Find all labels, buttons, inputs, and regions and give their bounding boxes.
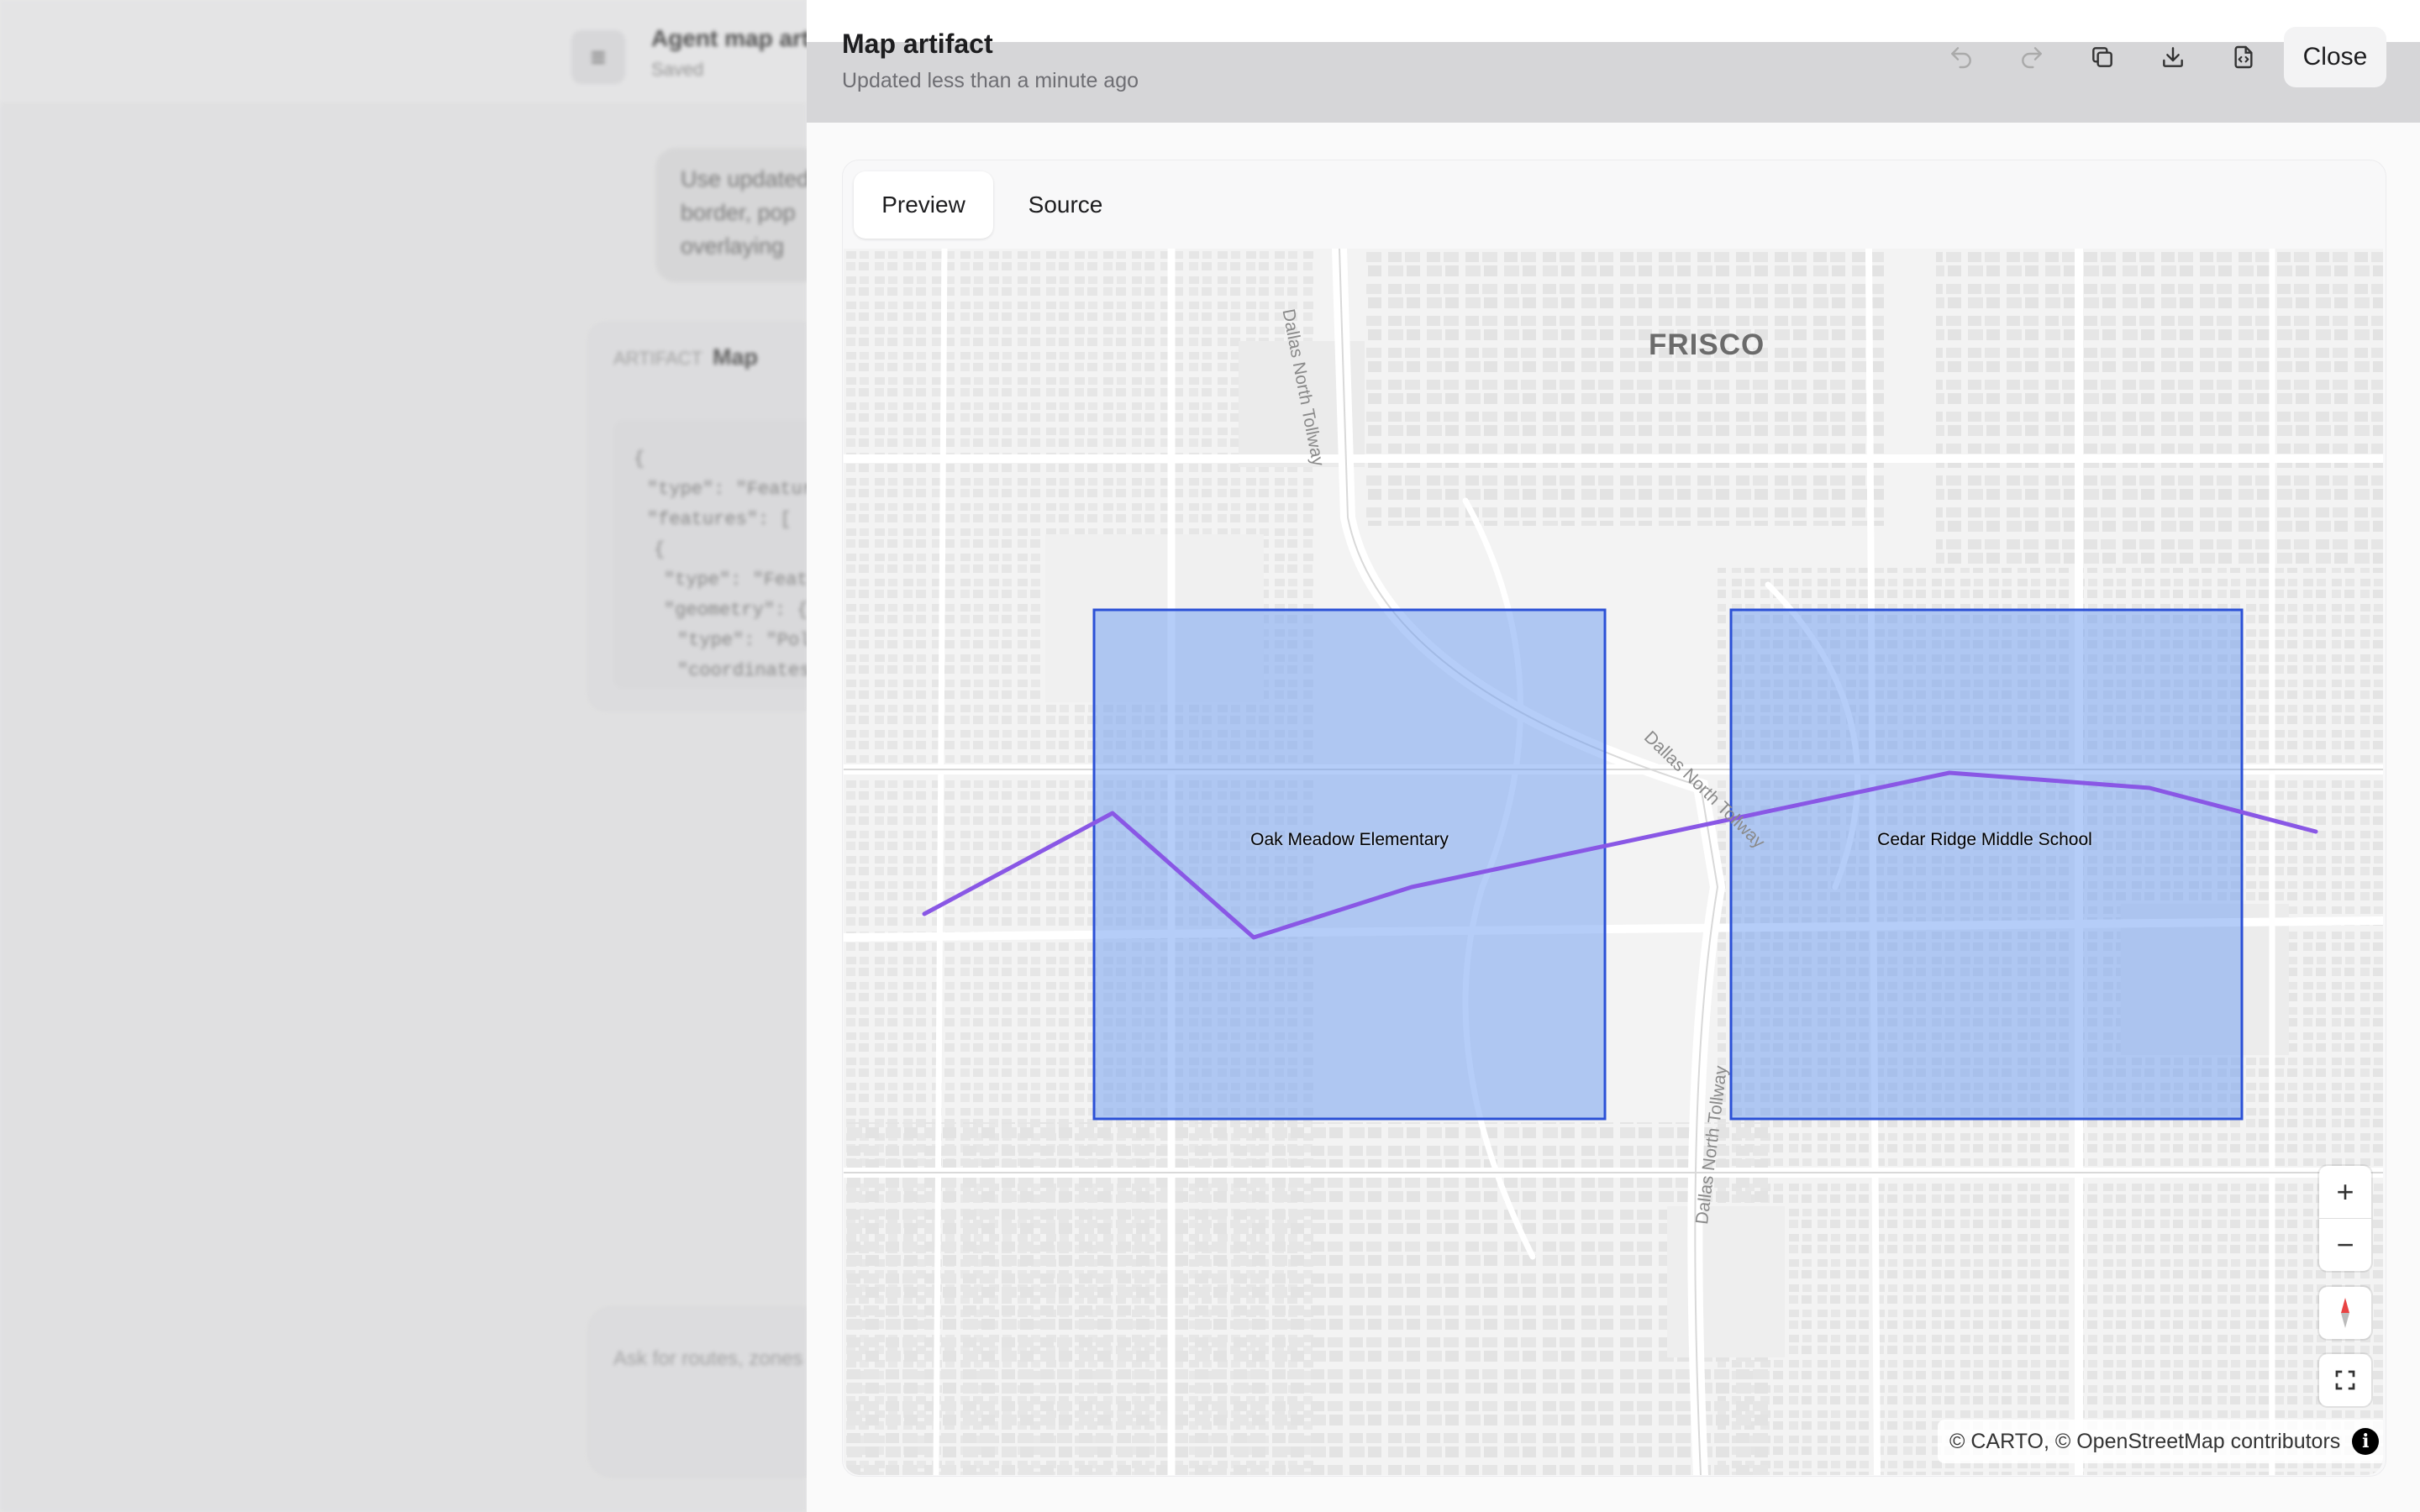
zoom-out-button[interactable]: − — [2319, 1219, 2371, 1271]
panel-title: Map artifact — [842, 29, 993, 59]
panel-subtitle: Updated less than a minute ago — [842, 69, 1139, 92]
zone-label-oak-meadow: Oak Meadow Elementary — [1250, 830, 1449, 849]
copy-icon — [2092, 47, 2112, 67]
download-icon — [2163, 47, 2183, 67]
compass-control — [2319, 1287, 2371, 1339]
redo-icon — [2022, 47, 2042, 69]
redo-button[interactable] — [2012, 37, 2052, 77]
basemap — [844, 249, 2383, 1475]
background-dim-overlay — [0, 0, 807, 1512]
undo-button[interactable] — [1941, 37, 1981, 77]
fullscreen-icon — [2335, 1370, 2355, 1390]
panel-header-strip — [807, 0, 2420, 42]
download-button[interactable] — [2153, 37, 2193, 77]
undo-icon — [1951, 47, 1971, 69]
tab-source[interactable]: Source — [998, 171, 1133, 239]
info-icon[interactable]: i — [2352, 1428, 2380, 1455]
compass-icon — [2341, 1298, 2349, 1328]
view-code-button[interactable] — [2223, 37, 2264, 77]
close-button[interactable]: Close — [2284, 27, 2386, 87]
city-label: FRISCO — [1649, 328, 1765, 361]
map-attribution: © CARTO, © OpenStreetMap contributors i — [1938, 1420, 2383, 1463]
zone-label-cedar-ridge: Cedar Ridge Middle School — [1877, 830, 2092, 849]
fullscreen-control — [2319, 1354, 2371, 1406]
compass-button[interactable] — [2319, 1287, 2371, 1339]
zoom-in-button[interactable]: + — [2319, 1166, 2371, 1218]
copy-button[interactable] — [2082, 37, 2123, 77]
code-file-icon — [2234, 45, 2253, 69]
tab-bar: Preview Source — [854, 171, 1190, 240]
zone-polygon[interactable] — [1729, 608, 2244, 1121]
tab-preview[interactable]: Preview — [854, 171, 993, 239]
fullscreen-button[interactable] — [2319, 1354, 2371, 1406]
attribution-text: © CARTO, © OpenStreetMap contributors — [1949, 1429, 2341, 1453]
map-view[interactable]: FRISCO Dallas North Tollway Dallas North… — [844, 249, 2383, 1475]
artifact-panel: Map artifact Updated less than a minute … — [807, 0, 2420, 1512]
zoom-controls: + − — [2319, 1166, 2371, 1271]
